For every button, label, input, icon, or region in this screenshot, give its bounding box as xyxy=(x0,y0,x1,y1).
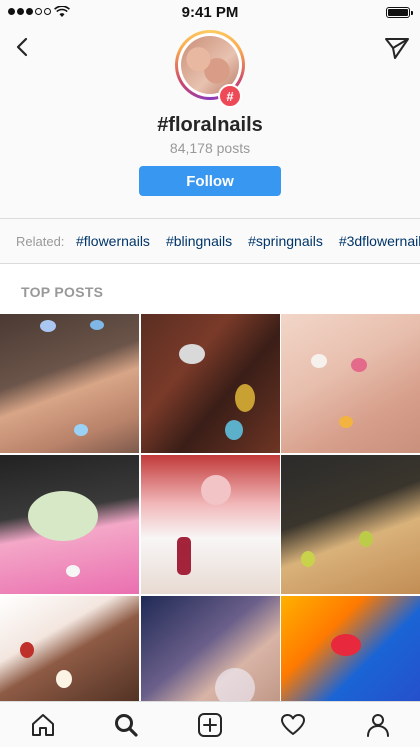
post-thumbnail[interactable] xyxy=(0,314,139,453)
tab-home[interactable] xyxy=(28,710,58,740)
related-tag[interactable]: #flowernails xyxy=(76,233,150,249)
battery-icon xyxy=(386,7,413,18)
chevron-left-icon xyxy=(16,37,28,57)
paper-plane-icon xyxy=(385,38,409,59)
share-button[interactable] xyxy=(384,36,410,60)
add-post-icon xyxy=(198,713,222,737)
hashtag-badge: # xyxy=(218,84,242,108)
status-bar: 9:41 PM xyxy=(0,0,420,24)
related-tag[interactable]: #3dflowernails xyxy=(339,233,420,249)
related-tag[interactable]: #blingnails xyxy=(166,233,232,249)
tab-activity[interactable] xyxy=(278,710,308,740)
section-title-top-posts: TOP POSTS xyxy=(21,284,104,300)
top-posts-grid xyxy=(0,314,420,735)
search-icon xyxy=(115,714,138,737)
tab-profile[interactable] xyxy=(363,710,393,740)
heart-icon xyxy=(281,714,305,735)
tab-search[interactable] xyxy=(111,710,141,740)
profile-icon xyxy=(367,714,389,737)
follow-button[interactable]: Follow xyxy=(139,166,281,196)
divider xyxy=(0,263,420,264)
post-thumbnail[interactable] xyxy=(281,314,420,453)
back-button[interactable] xyxy=(12,36,34,58)
post-thumbnail[interactable] xyxy=(140,314,280,453)
related-tag[interactable]: #springnails xyxy=(248,233,323,249)
hashtag-header: # #floralnails 84,178 posts Follow xyxy=(0,24,420,218)
related-hashtags-bar[interactable]: Related: #flowernails #blingnails #sprin… xyxy=(0,219,420,263)
status-time: 9:41 PM xyxy=(181,4,239,21)
tab-new-post[interactable] xyxy=(195,710,225,740)
posts-count: 84,178 posts xyxy=(169,140,251,156)
related-label: Related: xyxy=(16,234,65,249)
page-title: #floralnails xyxy=(157,114,263,136)
post-thumbnail[interactable] xyxy=(281,455,420,594)
post-thumbnail[interactable] xyxy=(0,455,139,594)
post-thumbnail[interactable] xyxy=(140,455,280,594)
bottom-tab-bar xyxy=(0,701,420,747)
home-icon xyxy=(32,714,54,736)
